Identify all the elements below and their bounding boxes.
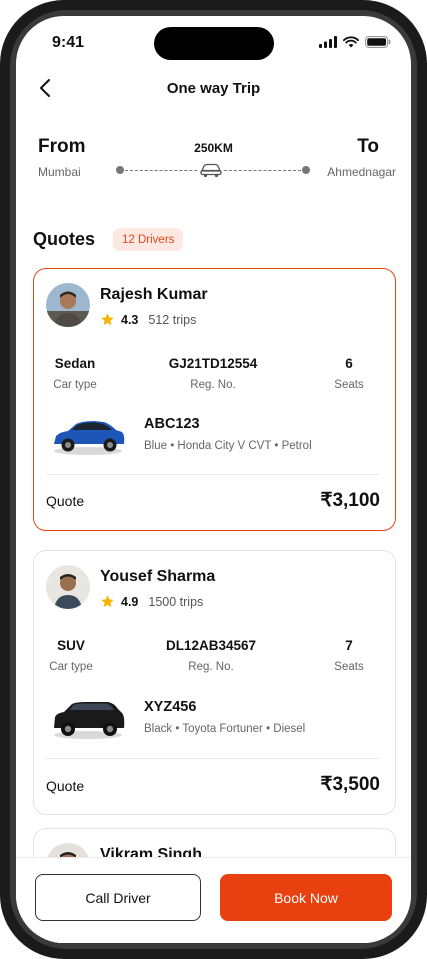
rating-row: 4.9 1500 trips bbox=[100, 594, 203, 609]
seats-spec: 7 Seats bbox=[326, 638, 372, 673]
quote-card[interactable]: Rajesh Kumar 4.3 512 trips Sedan Car typ… bbox=[33, 268, 396, 531]
quote-label: Quote bbox=[46, 778, 85, 794]
driver-trips: 1500 trips bbox=[148, 594, 204, 609]
dynamic-island bbox=[154, 27, 274, 60]
driver-trips: 512 trips bbox=[148, 312, 197, 327]
car-image bbox=[54, 421, 125, 455]
phone-frame: 9:41 One way Trip From Mumbai 250KM To A… bbox=[0, 0, 427, 959]
car-description: Blue • Honda City V CVT • Petrol bbox=[144, 440, 312, 452]
seats-label: Seats bbox=[334, 661, 364, 673]
route-end-dot bbox=[302, 166, 310, 174]
car-type-spec: SUV Car type bbox=[38, 638, 104, 673]
car-type-value: SUV bbox=[57, 638, 85, 653]
car-description: Black • Toyota Fortuner • Diesel bbox=[144, 723, 306, 735]
quote-price: ₹3,100 bbox=[320, 490, 380, 511]
car-type-spec: Sedan Car type bbox=[42, 356, 108, 391]
quote-label: Quote bbox=[46, 493, 85, 509]
book-now-button[interactable]: Book Now bbox=[220, 874, 392, 921]
status-time: 9:41 bbox=[52, 34, 85, 51]
reg-no-spec: GJ21TD12554 Reg. No. bbox=[150, 356, 276, 391]
to-label: To bbox=[357, 136, 379, 157]
quotes-title: Quotes bbox=[33, 229, 96, 249]
car-plate: ABC123 bbox=[144, 416, 200, 432]
seats-value: 7 bbox=[345, 638, 353, 653]
reg-no-value: DL12AB34567 bbox=[165, 638, 257, 653]
from-city: Mumbai bbox=[38, 165, 81, 179]
star-icon bbox=[101, 313, 114, 326]
quote-card[interactable]: Yousef Sharma 4.9 1500 trips SUV Car typ… bbox=[33, 550, 396, 815]
driver-rating: 4.9 bbox=[121, 594, 139, 609]
seats-spec: 6 Seats bbox=[326, 356, 372, 391]
rating-row: 4.3 512 trips bbox=[100, 312, 196, 327]
reg-no-spec: DL12AB34567 Reg. No. bbox=[146, 638, 276, 673]
car-icon bbox=[199, 160, 223, 178]
seats-label: Seats bbox=[334, 379, 364, 391]
avatar bbox=[46, 283, 90, 327]
avatar bbox=[46, 565, 90, 609]
driver-name: Yousef Sharma bbox=[100, 568, 216, 585]
divider bbox=[46, 474, 379, 475]
seats-value: 6 bbox=[345, 356, 353, 371]
to-city: Ahmednagar bbox=[327, 165, 396, 179]
reg-no-label: Reg. No. bbox=[190, 379, 236, 391]
car-plate: XYZ456 bbox=[144, 699, 197, 715]
divider bbox=[46, 758, 379, 759]
car-type-value: Sedan bbox=[54, 356, 96, 371]
route-start-dot bbox=[116, 166, 124, 174]
driver-name: Rajesh Kumar bbox=[100, 286, 208, 303]
page-title: One way Trip bbox=[166, 80, 261, 97]
car-type-label: Car type bbox=[49, 661, 93, 673]
quote-price: ₹3,500 bbox=[320, 774, 380, 795]
car-type-label: Car type bbox=[53, 379, 97, 391]
screen: 9:41 One way Trip From Mumbai 250KM To A… bbox=[16, 16, 411, 943]
star-icon bbox=[101, 595, 114, 608]
reg-no-label: Reg. No. bbox=[188, 661, 234, 673]
call-driver-button[interactable]: Call Driver bbox=[35, 874, 201, 921]
status-icons bbox=[319, 36, 391, 48]
driver-rating: 4.3 bbox=[121, 312, 139, 327]
reg-no-value: GJ21TD12554 bbox=[168, 356, 258, 371]
wifi-icon bbox=[343, 36, 359, 48]
trip-distance: 250KM bbox=[194, 141, 233, 155]
drivers-count-badge: 12 Drivers bbox=[113, 228, 184, 251]
bottom-action-bar: Call Driver Book Now bbox=[16, 857, 411, 943]
signal-icon bbox=[319, 36, 337, 48]
car-image bbox=[54, 702, 125, 739]
battery-icon bbox=[365, 36, 391, 48]
